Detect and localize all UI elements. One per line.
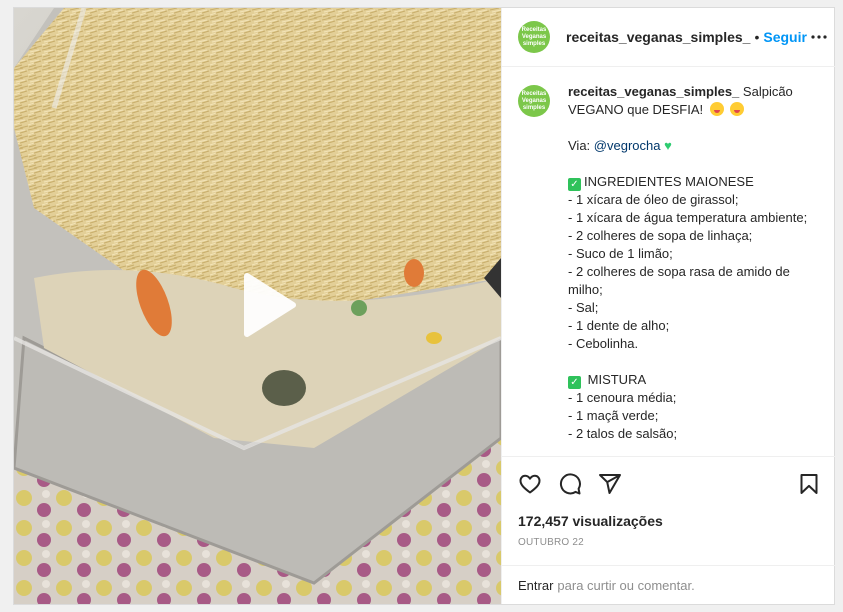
views-number: 172,457 [518, 513, 569, 529]
heart-icon [519, 474, 541, 494]
mix-item: - 2 talos de salsão; [568, 426, 678, 441]
ingredient-item: - 2 colheres de sopa rasa de amido de mi… [568, 264, 794, 297]
ingredient-item: - 2 colheres de sopa de linhaça; [568, 228, 753, 243]
post-date[interactable]: OUTUBRO 22 [502, 531, 835, 555]
green-heart-icon: ♥ [664, 138, 672, 153]
avatar-text-line2: Veganas [521, 33, 547, 40]
ingredient-item: - Suco de 1 limão; [568, 246, 673, 261]
login-suffix: para curtir ou comentar. [557, 577, 695, 593]
more-options-icon [811, 35, 827, 39]
view-count[interactable]: 172,457 visualizações [502, 511, 835, 531]
caption-text: receitas_veganas_simples_ Salpicão VEGAN… [568, 83, 819, 443]
caption-row: Receitas Veganas simples receitas_vegana… [518, 83, 819, 443]
caption-username[interactable]: receitas_veganas_simples_ [568, 84, 739, 99]
section2-title: MISTURA [587, 372, 647, 387]
username-link[interactable]: receitas_veganas_simples_ [566, 29, 750, 45]
login-link[interactable]: Entrar [518, 578, 553, 593]
play-icon [244, 273, 296, 337]
yum-emoji-icon [730, 102, 745, 116]
separator-dot: • [754, 29, 760, 45]
check-emoji-icon: ✓ [568, 178, 581, 191]
comment-button[interactable] [558, 472, 582, 496]
ingredient-item: - 1 xícara de água temperatura ambiente; [568, 210, 808, 225]
caption-avatar[interactable]: Receitas Veganas simples [518, 85, 550, 117]
share-icon [599, 474, 621, 494]
check-emoji-icon: ✓ [568, 376, 581, 389]
caption-avatar-subtext: simples [522, 104, 546, 111]
caption-avatar-text-line2: Veganas [521, 97, 547, 104]
yum-emoji-icon [709, 102, 724, 116]
post-header: Receitas Veganas simples receitas_vegana… [502, 8, 835, 67]
ingredient-item: - Sal; [568, 300, 599, 315]
avatar[interactable]: Receitas Veganas simples [518, 21, 550, 53]
post-video[interactable] [14, 8, 501, 604]
like-button[interactable] [518, 472, 542, 496]
mix-item: - 1 maçã verde; [568, 408, 659, 423]
avatar-subtext: simples [522, 40, 546, 47]
follow-button[interactable]: Seguir [763, 29, 807, 45]
section1-title: INGREDIENTES MAIONESE [584, 174, 754, 189]
caption-avatar-text-line1: Receitas [521, 90, 547, 97]
login-prompt: Entrar para curtir ou comentar. [502, 565, 835, 604]
caption-area: Receitas Veganas simples receitas_vegana… [502, 67, 835, 456]
post-dialog: Receitas Veganas simples receitas_vegana… [13, 7, 835, 605]
via-label: Via: [568, 138, 591, 153]
save-button[interactable] [797, 472, 821, 496]
avatar-text-line1: Receitas [521, 26, 547, 33]
mention-link[interactable]: @vegrocha [594, 138, 661, 153]
share-button[interactable] [598, 472, 622, 496]
views-label: visualizações [572, 513, 663, 529]
mix-item: - 1 cenoura média; [568, 390, 677, 405]
play-button[interactable] [229, 270, 299, 340]
ingredient-item: - 1 xícara de óleo de girassol; [568, 192, 739, 207]
comment-icon [559, 473, 581, 495]
ingredient-item: - Cebolinha. [568, 336, 639, 351]
more-options-button[interactable] [807, 25, 831, 49]
post-side-panel: Receitas Veganas simples receitas_vegana… [501, 8, 835, 604]
bookmark-icon [800, 474, 818, 494]
action-bar [502, 456, 835, 511]
ingredient-item: - 1 dente de alho; [568, 318, 670, 333]
